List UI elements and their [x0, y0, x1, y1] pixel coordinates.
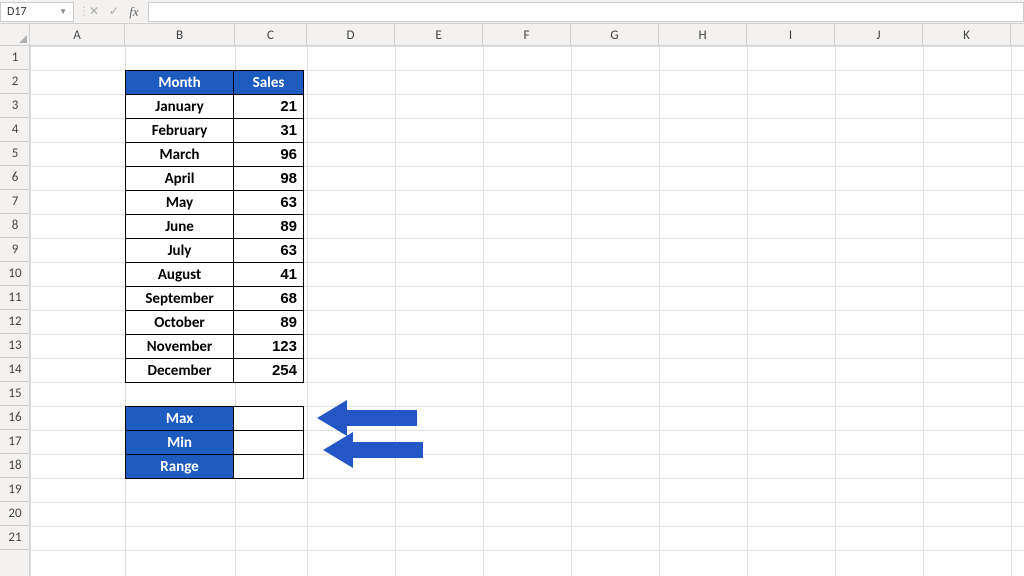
cell-sales[interactable]: 89: [234, 215, 304, 239]
column-header-I[interactable]: I: [747, 24, 835, 46]
row-header-8[interactable]: 8: [0, 214, 30, 238]
table-header-row: Month Sales: [126, 71, 304, 95]
column-headers: ABCDEFGHIJK: [30, 24, 1024, 46]
name-box[interactable]: D17 ▼: [0, 2, 74, 22]
cell-month[interactable]: July: [126, 239, 234, 263]
column-header-K[interactable]: K: [923, 24, 1011, 46]
table-row: April98: [126, 167, 304, 191]
stat-value-max[interactable]: [234, 407, 304, 431]
cell-month[interactable]: January: [126, 95, 234, 119]
stat-row-max: Max: [126, 407, 304, 431]
cell-sales[interactable]: 68: [234, 287, 304, 311]
table-row: December254: [126, 359, 304, 383]
row-header-7[interactable]: 7: [0, 190, 30, 214]
sales-table: Month Sales January21February31March96Ap…: [125, 70, 304, 383]
name-box-value: D17: [7, 5, 27, 19]
chevron-down-icon[interactable]: ▼: [59, 7, 67, 17]
cell-sales[interactable]: 98: [234, 167, 304, 191]
header-sales[interactable]: Sales: [234, 71, 304, 95]
row-header-1[interactable]: 1: [0, 46, 30, 70]
table-row: November123: [126, 335, 304, 359]
cell-month[interactable]: December: [126, 359, 234, 383]
cell-month[interactable]: February: [126, 119, 234, 143]
table-row: February31: [126, 119, 304, 143]
row-header-10[interactable]: 10: [0, 262, 30, 286]
table-row: June89: [126, 215, 304, 239]
cell-sales[interactable]: 96: [234, 143, 304, 167]
stat-label-range[interactable]: Range: [126, 455, 234, 479]
formula-bar: D17 ▼ ⋮ ✕ ✓ fx: [0, 0, 1024, 24]
table-row: September68: [126, 287, 304, 311]
cell-month[interactable]: August: [126, 263, 234, 287]
row-header-5[interactable]: 5: [0, 142, 30, 166]
cancel-icon[interactable]: ✕: [84, 2, 104, 22]
stat-row-min: Min: [126, 431, 304, 455]
row-headers: 123456789101112131415161718192021: [0, 46, 30, 576]
cell-sales[interactable]: 41: [234, 263, 304, 287]
table-row: August41: [126, 263, 304, 287]
row-header-18[interactable]: 18: [0, 454, 30, 478]
row-header-21[interactable]: 21: [0, 526, 30, 550]
row-header-4[interactable]: 4: [0, 118, 30, 142]
row-header-17[interactable]: 17: [0, 430, 30, 454]
column-header-H[interactable]: H: [659, 24, 747, 46]
table-row: July63: [126, 239, 304, 263]
stat-row-range: Range: [126, 455, 304, 479]
stat-label-min[interactable]: Min: [126, 431, 234, 455]
row-header-11[interactable]: 11: [0, 286, 30, 310]
cell-sales[interactable]: 31: [234, 119, 304, 143]
cell-area[interactable]: Month Sales January21February31March96Ap…: [30, 46, 1024, 576]
column-header-A[interactable]: A: [30, 24, 125, 46]
row-header-20[interactable]: 20: [0, 502, 30, 526]
cell-month[interactable]: May: [126, 191, 234, 215]
row-header-12[interactable]: 12: [0, 310, 30, 334]
header-month[interactable]: Month: [126, 71, 234, 95]
cell-sales[interactable]: 123: [234, 335, 304, 359]
column-header-C[interactable]: C: [235, 24, 307, 46]
cell-month[interactable]: June: [126, 215, 234, 239]
select-all-corner[interactable]: [0, 24, 30, 46]
stats-table: Max Min Range: [125, 406, 304, 479]
cell-sales[interactable]: 63: [234, 239, 304, 263]
cell-month[interactable]: April: [126, 167, 234, 191]
enter-icon[interactable]: ✓: [104, 2, 124, 22]
row-header-2[interactable]: 2: [0, 70, 30, 94]
fx-icon[interactable]: fx: [124, 2, 144, 22]
cell-sales[interactable]: 63: [234, 191, 304, 215]
cell-month[interactable]: March: [126, 143, 234, 167]
cell-month[interactable]: October: [126, 311, 234, 335]
table-row: March96: [126, 143, 304, 167]
stat-label-max[interactable]: Max: [126, 407, 234, 431]
column-header-D[interactable]: D: [307, 24, 395, 46]
column-header-J[interactable]: J: [835, 24, 923, 46]
formula-input[interactable]: [148, 2, 1024, 22]
row-header-19[interactable]: 19: [0, 478, 30, 502]
row-header-6[interactable]: 6: [0, 166, 30, 190]
column-header-F[interactable]: F: [483, 24, 571, 46]
column-header-G[interactable]: G: [571, 24, 659, 46]
row-header-3[interactable]: 3: [0, 94, 30, 118]
stat-value-range[interactable]: [234, 455, 304, 479]
column-header-B[interactable]: B: [125, 24, 235, 46]
cell-sales[interactable]: 89: [234, 311, 304, 335]
table-row: January21: [126, 95, 304, 119]
cell-month[interactable]: September: [126, 287, 234, 311]
row-header-15[interactable]: 15: [0, 382, 30, 406]
cell-month[interactable]: November: [126, 335, 234, 359]
row-header-13[interactable]: 13: [0, 334, 30, 358]
cell-sales[interactable]: 254: [234, 359, 304, 383]
spreadsheet-grid: ABCDEFGHIJK 1234567891011121314151617181…: [0, 24, 1024, 576]
row-header-9[interactable]: 9: [0, 238, 30, 262]
table-row: May63: [126, 191, 304, 215]
cell-sales[interactable]: 21: [234, 95, 304, 119]
row-header-16[interactable]: 16: [0, 406, 30, 430]
table-row: October89: [126, 311, 304, 335]
column-header-E[interactable]: E: [395, 24, 483, 46]
row-header-14[interactable]: 14: [0, 358, 30, 382]
stat-value-min[interactable]: [234, 431, 304, 455]
